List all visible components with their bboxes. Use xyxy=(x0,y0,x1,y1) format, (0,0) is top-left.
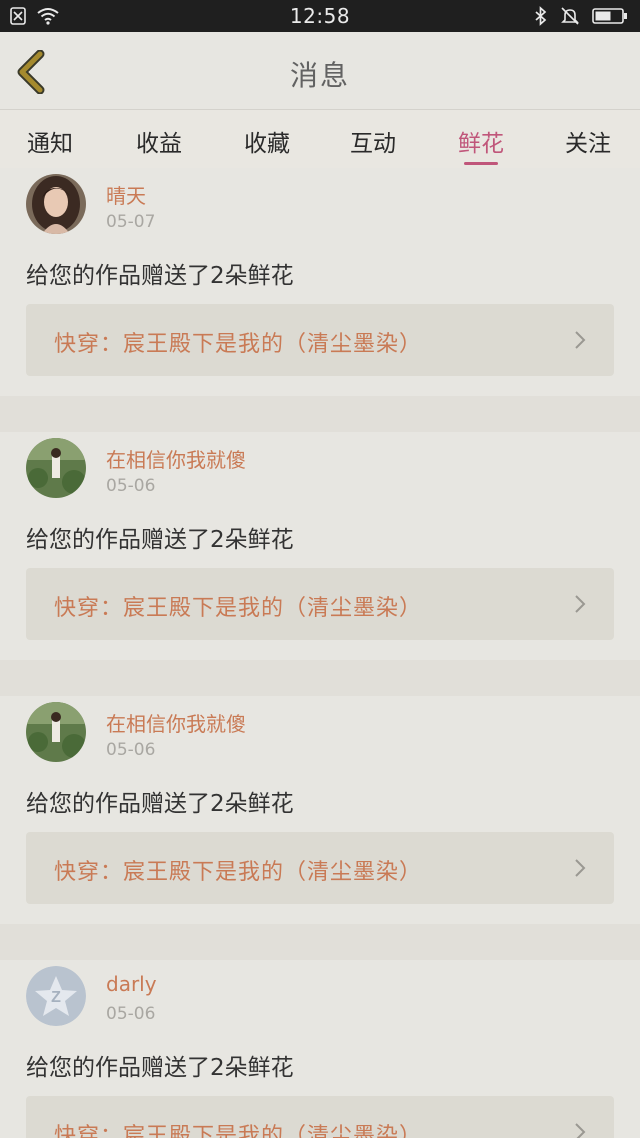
book-title: 快穿：宸王殿下是我的（清尘墨染） xyxy=(54,596,423,621)
message-text: 给您的作品赠送了2朵鲜花 xyxy=(26,527,294,553)
username[interactable]: 在相信你我就傻 xyxy=(106,444,246,473)
svg-text:Z: Z xyxy=(51,989,61,1006)
book-link[interactable]: 快穿：宸王殿下是我的（清尘墨染） xyxy=(26,304,614,376)
book-link[interactable]: 快穿：宸王殿下是我的（清尘墨染） xyxy=(26,568,614,640)
divider xyxy=(0,924,640,960)
status-bar: 12:58 xyxy=(0,0,640,32)
photo-avatar-girl xyxy=(26,174,86,234)
tab-interaction[interactable]: 互动 xyxy=(328,124,418,158)
username[interactable]: 在相信你我就傻 xyxy=(106,708,246,737)
message-card: 晴天 05-07 给您的作品赠送了2朵鲜花 快穿：宸王殿下是我的（清尘墨染） xyxy=(0,168,640,396)
message-text: 给您的作品赠送了2朵鲜花 xyxy=(26,791,294,817)
book-link[interactable]: 快穿：宸王殿下是我的（清尘墨染） xyxy=(26,832,614,904)
avatar[interactable]: Z xyxy=(26,966,86,1026)
message-date: 05-06 xyxy=(106,476,156,496)
book-link[interactable]: 快穿：宸王殿下是我的（清尘墨染） xyxy=(26,1096,614,1138)
tab-flowers[interactable]: 鲜花 xyxy=(436,124,526,165)
status-right-icons xyxy=(534,6,628,26)
book-title: 快穿：宸王殿下是我的（清尘墨染） xyxy=(54,332,423,357)
mute-bell-icon xyxy=(561,7,579,25)
message-text: 给您的作品赠送了2朵鲜花 xyxy=(26,1055,294,1081)
tab-earnings[interactable]: 收益 xyxy=(114,124,204,158)
divider xyxy=(0,396,640,432)
book-title: 快穿：宸王殿下是我的（清尘墨染） xyxy=(54,860,423,885)
avatar[interactable] xyxy=(26,702,86,762)
message-date: 05-06 xyxy=(106,1004,156,1024)
battery-icon xyxy=(592,8,627,24)
photo-avatar-field xyxy=(26,438,86,498)
avatar[interactable] xyxy=(26,174,86,234)
tab-bar: 通知 收益 收藏 互动 鲜花 关注 xyxy=(0,110,640,168)
tab-follow[interactable]: 关注 xyxy=(543,124,633,158)
divider xyxy=(0,660,640,696)
message-date: 05-06 xyxy=(106,740,156,760)
photo-avatar-field xyxy=(26,702,86,762)
message-card: Z darly 05-06 给您的作品赠送了2朵鲜花 快穿：宸王殿下是我的（清尘… xyxy=(0,960,640,1138)
page-title: 消息 xyxy=(289,59,350,92)
tab-favorites[interactable]: 收藏 xyxy=(222,124,312,158)
book-title: 快穿：宸王殿下是我的（清尘墨染） xyxy=(54,1124,423,1138)
message-card: 在相信你我就傻 05-06 给您的作品赠送了2朵鲜花 快穿：宸王殿下是我的（清尘… xyxy=(0,696,640,924)
chevron-right-icon xyxy=(575,331,586,349)
avatar[interactable] xyxy=(26,438,86,498)
message-text: 给您的作品赠送了2朵鲜花 xyxy=(26,263,294,289)
message-date: 05-07 xyxy=(106,212,156,232)
nav-bar: 消息 xyxy=(0,32,640,110)
chevron-right-icon xyxy=(575,859,586,877)
username[interactable]: darly xyxy=(106,972,157,996)
bluetooth-icon xyxy=(535,6,547,26)
default-avatar-icon: Z xyxy=(26,966,86,1026)
message-card: 在相信你我就傻 05-06 给您的作品赠送了2朵鲜花 快穿：宸王殿下是我的（清尘… xyxy=(0,432,640,660)
chevron-right-icon xyxy=(575,595,586,613)
username[interactable]: 晴天 xyxy=(106,180,146,209)
chevron-right-icon xyxy=(575,1123,586,1138)
tab-notice[interactable]: 通知 xyxy=(5,124,95,158)
